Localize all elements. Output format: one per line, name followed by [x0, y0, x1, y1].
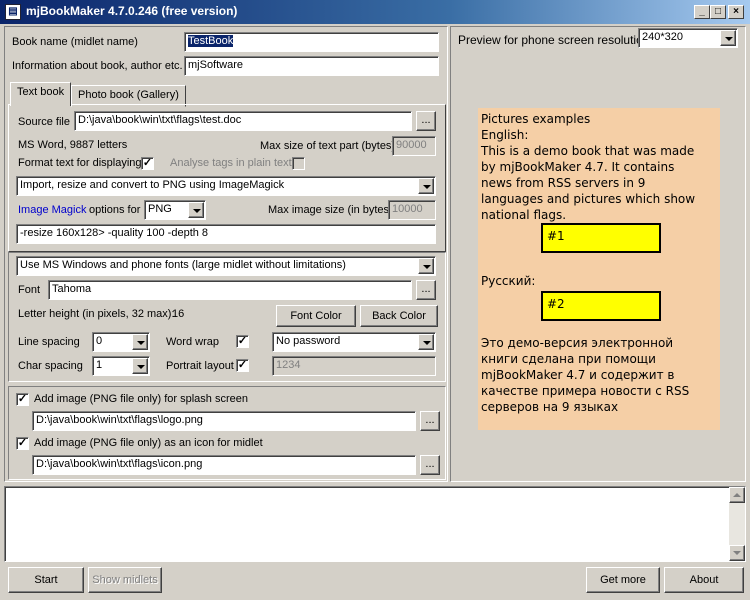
resolution-select[interactable]: 240*320	[638, 28, 738, 48]
preview-line: Русский:	[481, 274, 536, 288]
preview-label: Preview for phone screen resolution:	[458, 33, 653, 47]
chevron-down-icon[interactable]	[720, 30, 736, 46]
source-file-input[interactable]: D:\java\book\win\txt\flags\test.doc	[74, 111, 412, 131]
book-info-input[interactable]: mjSoftware	[184, 56, 439, 76]
password-input[interactable]: 1234	[272, 356, 436, 376]
window-title: mjBookMaker 4.7.0.246 (free version)	[26, 4, 238, 18]
line-spacing-select[interactable]: 0	[92, 332, 150, 352]
line-spacing-label: Line spacing	[18, 336, 80, 348]
format-text-checkbox[interactable]: ✓	[141, 157, 154, 170]
font-color-button[interactable]: Font Color	[276, 305, 356, 327]
font-input[interactable]: Tahoma	[48, 280, 412, 300]
max-image-size-input[interactable]: 10000	[388, 200, 436, 220]
source-file-label: Source file	[18, 116, 70, 128]
word-wrap-label: Word wrap	[166, 336, 219, 348]
book-info-label: Information about book, author etc.	[12, 60, 183, 72]
analyse-tags-checkbox[interactable]	[292, 157, 305, 170]
chevron-down-icon[interactable]	[418, 258, 434, 274]
chevron-down-icon[interactable]	[132, 358, 148, 374]
flag-image-2: #2	[541, 291, 661, 321]
splash-label: Add image (PNG file only) for splash scr…	[34, 393, 248, 405]
preview-line: mjBookMaker 4.7 и содержит в	[481, 368, 675, 382]
preview-line: by mjBookMaker 4.7. It contains	[481, 160, 675, 174]
preview-line: English:	[481, 128, 529, 142]
preview-line: книги сделана при помощи	[481, 352, 656, 366]
flag-image-1: #1	[541, 223, 661, 253]
letter-height-label: Letter height (in pixels, 32 max):	[18, 308, 175, 320]
preview-line: Pictures examples	[481, 112, 591, 126]
splash-browse-button[interactable]: ...	[420, 411, 440, 431]
about-button[interactable]: About	[664, 567, 744, 593]
preview-line: languages and pictures which show	[481, 192, 696, 206]
image-options-label: options for	[89, 204, 141, 216]
tab-text-book[interactable]: Text book	[10, 82, 72, 106]
log-scrollbar[interactable]	[729, 487, 745, 561]
max-text-part-input[interactable]: 90000	[392, 136, 436, 156]
portrait-layout-label: Portrait layout	[166, 360, 234, 372]
preview-line: national flags.	[481, 208, 567, 222]
minimize-button[interactable]: _	[694, 5, 710, 19]
preview-line: This is a demo book that was made	[481, 144, 695, 158]
title-bar: ▤ mjBookMaker 4.7.0.246 (free version) _…	[0, 0, 750, 24]
font-browse-button[interactable]: ...	[416, 280, 436, 300]
image-mode-select[interactable]: Import, resize and convert to PNG using …	[16, 176, 436, 196]
font-mode-select[interactable]: Use MS Windows and phone fonts (large mi…	[16, 256, 436, 276]
icon-label: Add image (PNG file only) as an icon for…	[34, 437, 263, 449]
scroll-down-icon[interactable]	[729, 545, 745, 561]
log-textarea[interactable]	[4, 486, 746, 562]
icon-path-input[interactable]: D:\java\book\win\txt\flags\icon.png	[32, 455, 416, 475]
get-more-button[interactable]: Get more	[586, 567, 660, 593]
show-midlets-button[interactable]: Show midlets	[88, 567, 162, 593]
portrait-layout-checkbox[interactable]: ✓	[236, 359, 249, 372]
max-text-part-label: Max size of text part (bytes)	[260, 140, 396, 152]
start-button[interactable]: Start	[8, 567, 84, 593]
scroll-up-icon[interactable]	[729, 487, 745, 503]
book-name-label: Book name (midlet name)	[12, 36, 138, 48]
char-spacing-select[interactable]: 1	[92, 356, 150, 376]
phone-preview: Pictures examples English: This is a dem…	[478, 108, 720, 430]
back-color-button[interactable]: Back Color	[360, 305, 438, 327]
chevron-down-icon[interactable]	[188, 202, 204, 218]
preview-line: news from RSS servers in 9	[481, 176, 646, 190]
book-icon: ▤	[5, 4, 21, 20]
letter-height-value: 16	[172, 308, 185, 320]
maximize-button[interactable]: □	[710, 5, 726, 19]
chevron-down-icon[interactable]	[418, 178, 434, 194]
source-browse-button[interactable]: ...	[416, 111, 436, 131]
image-format-select[interactable]: PNG	[144, 200, 206, 220]
analyse-tags-label: Analyse tags in plain text	[170, 157, 292, 169]
char-spacing-label: Char spacing	[18, 360, 83, 372]
image-args-input[interactable]: -resize 160x128> -quality 100 -depth 8	[16, 224, 436, 244]
preview-line: серверов на 9 языках	[481, 400, 619, 414]
chevron-down-icon[interactable]	[132, 334, 148, 350]
preview-line: Это демо-версия электронной	[481, 336, 674, 350]
close-button[interactable]: ×	[728, 5, 744, 19]
chevron-down-icon[interactable]	[418, 334, 434, 350]
preview-line: качестве примера новости с RSS	[481, 384, 690, 398]
format-text-label: Format text for displaying	[18, 157, 142, 169]
image-magick-link[interactable]: Image Magick	[18, 204, 86, 216]
word-wrap-checkbox[interactable]: ✓	[236, 335, 249, 348]
password-select[interactable]: No password	[272, 332, 436, 352]
icon-browse-button[interactable]: ...	[420, 455, 440, 475]
font-label: Font	[18, 284, 41, 296]
book-name-input[interactable]: TestBook	[184, 32, 439, 52]
source-info-text: MS Word, 9887 letters	[18, 139, 128, 151]
splash-path-input[interactable]: D:\java\book\win\txt\flags\logo.png	[32, 411, 416, 431]
splash-checkbox[interactable]: ✓	[16, 393, 29, 406]
icon-checkbox[interactable]: ✓	[16, 437, 29, 450]
max-image-size-label: Max image size (in bytes)	[268, 204, 393, 216]
